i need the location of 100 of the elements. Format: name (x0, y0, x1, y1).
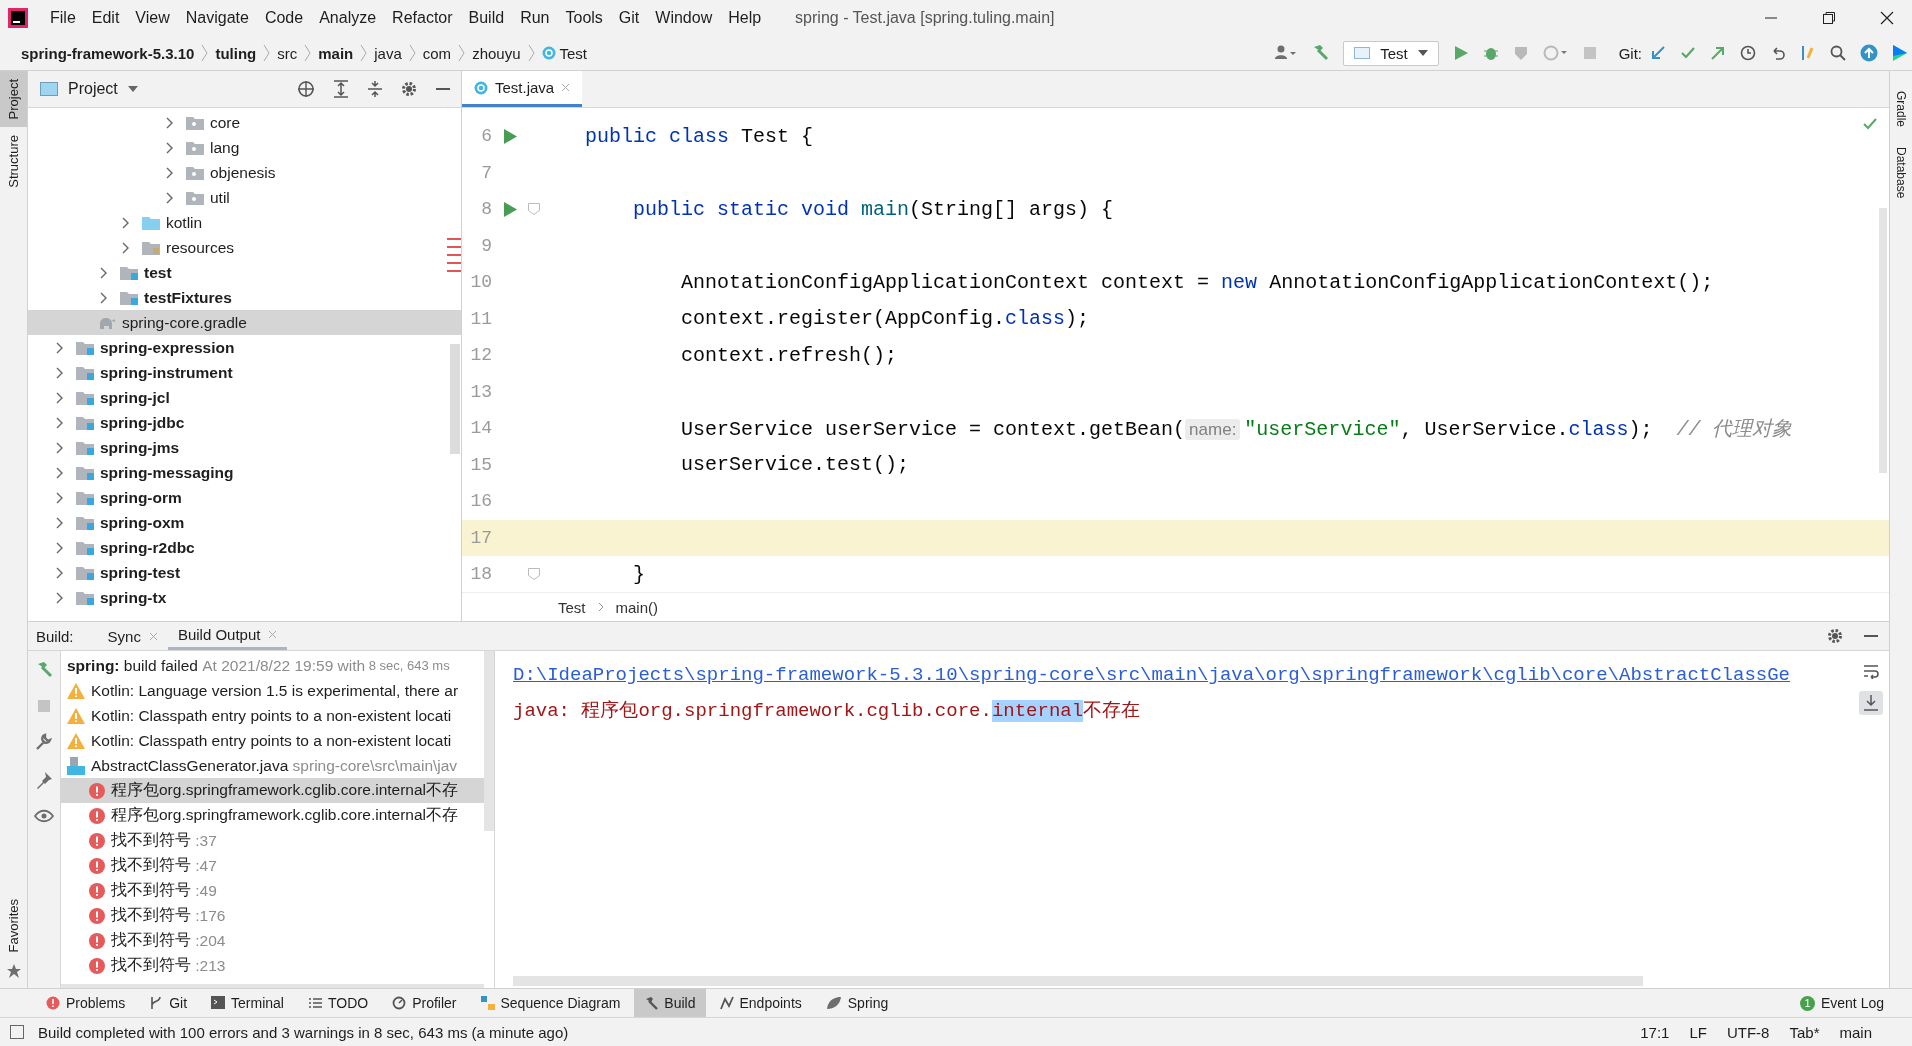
clock-icon[interactable] (1740, 45, 1756, 61)
restore-icon[interactable] (1822, 11, 1836, 25)
tree-item[interactable]: core (28, 110, 461, 135)
close-icon[interactable] (1880, 11, 1894, 25)
build-tree-item[interactable]: 找不到符号 :37 (61, 828, 484, 853)
chevron-icon[interactable] (166, 141, 174, 154)
bug-icon[interactable] (1482, 45, 1499, 61)
menu-item[interactable]: Help (720, 9, 770, 27)
chevron-icon[interactable] (56, 566, 64, 579)
tool-window-button[interactable]: Spring (815, 989, 899, 1017)
menu-item[interactable]: Code (256, 9, 312, 27)
tool-window-button[interactable]: Git (139, 989, 198, 1017)
build-tree-item[interactable]: 找不到符号 :204 (61, 928, 484, 953)
build-tree-item[interactable]: 找不到符号 :49 (61, 878, 484, 903)
menu-item[interactable]: Refactor (384, 9, 461, 27)
menu-item[interactable]: Tools (557, 9, 611, 27)
wrench-icon[interactable] (35, 733, 53, 751)
event-log-button[interactable]: 1 Event Log (1789, 989, 1894, 1017)
crosshair-icon[interactable] (297, 80, 315, 98)
chevron-icon[interactable] (56, 416, 64, 429)
chevron-icon[interactable] (56, 441, 64, 454)
chevron-icon[interactable] (56, 366, 64, 379)
build-tree-item[interactable]: 找不到符号 :213 (61, 953, 484, 978)
build-tree-item[interactable]: 程序包org.springframework.cglib.core.internal不存 (61, 778, 484, 803)
build-tree-item[interactable]: Kotlin: Classpath entry points to a non-existent locati (61, 728, 484, 753)
build-tree-item[interactable]: 找不到符号 :176 (61, 903, 484, 928)
breadcrumb-item[interactable]: zhouyu (465, 44, 528, 62)
run-configuration-dropdown[interactable]: Test (1343, 40, 1439, 66)
user-icon[interactable] (1275, 45, 1298, 61)
tree-item[interactable]: test (28, 260, 461, 285)
menu-item[interactable]: Git (610, 9, 648, 27)
build-tree-item[interactable]: 程序包org.springframework.cglib.core.internal不存 (61, 803, 484, 828)
tool-window-tab[interactable]: Structure (0, 127, 27, 197)
breadcrumb-item[interactable]: src (270, 44, 305, 62)
chevron-icon[interactable] (122, 241, 130, 254)
chevron-icon[interactable] (56, 591, 64, 604)
run-icon[interactable] (503, 201, 517, 217)
run-icon[interactable] (1452, 45, 1469, 61)
tool-window-button[interactable]: Endpoints (709, 989, 812, 1017)
tree-item[interactable]: testFixtures (28, 285, 461, 310)
chevron-icon[interactable] (56, 541, 64, 554)
tool-window-button[interactable]: Build (634, 989, 706, 1017)
tree-item[interactable]: lang (28, 135, 461, 160)
chevron-icon[interactable] (100, 291, 108, 304)
build-tree-item[interactable]: AbstractClassGenerator.java spring-core\src\main\jav (61, 753, 484, 778)
status-item[interactable]: UTF-8 (1726, 1023, 1770, 1041)
tree-item[interactable]: spring-jdbc (28, 410, 461, 435)
tool-window-button[interactable]: TODO (297, 989, 379, 1017)
tree-item[interactable]: spring-test (28, 560, 461, 585)
settings-icon[interactable] (401, 81, 417, 97)
scrollbar[interactable] (1879, 208, 1887, 473)
settings-icon[interactable] (1827, 628, 1843, 644)
chevron-icon[interactable] (56, 516, 64, 529)
tree-item[interactable]: spring-core.gradle (28, 310, 461, 335)
scroll-to-end-icon[interactable] (1859, 691, 1883, 715)
chevron-icon[interactable] (100, 266, 108, 279)
menu-item[interactable]: Run (512, 9, 558, 27)
tool-window-button[interactable]: Problems (36, 989, 136, 1017)
status-item[interactable]: 17:1 (1640, 1023, 1670, 1041)
chevron-icon[interactable] (166, 166, 174, 179)
breadcrumb-item[interactable]: java (367, 44, 409, 62)
scrollbar[interactable] (513, 976, 1643, 986)
file-link[interactable]: D:\IdeaProjects\spring-framework-5.3.10\spring-core\src\main\java\org\springframework\cglib\core\AbstractClassGe (513, 657, 1889, 693)
tool-window-tab[interactable]: Database (1894, 147, 1908, 199)
plugin-icon[interactable] (1892, 44, 1908, 62)
run-icon[interactable] (503, 128, 517, 144)
tree-item[interactable]: spring-oxm (28, 510, 461, 535)
tree-item[interactable]: spring-tx (28, 585, 461, 610)
tree-item[interactable]: spring-expression (28, 335, 461, 360)
status-item[interactable]: main (1839, 1023, 1872, 1041)
editor-tab[interactable]: Test.java (462, 71, 583, 107)
tree-item[interactable]: spring-instrument (28, 360, 461, 385)
build-tree-item[interactable]: spring: build failed At 2021/8/22 19:59 with 8 sec, 643 ms (61, 653, 484, 678)
tree-item[interactable]: spring-orm (28, 485, 461, 510)
breadcrumb-item[interactable]: main() (615, 598, 659, 616)
caret-icon[interactable] (127, 86, 138, 92)
tree-item[interactable]: objenesis (28, 160, 461, 185)
breadcrumb-item[interactable]: Test (558, 598, 586, 616)
arrow-up-right-icon[interactable] (1710, 45, 1726, 61)
chevron-icon[interactable] (166, 191, 174, 204)
pin-icon[interactable] (35, 771, 53, 789)
update-icon[interactable] (1860, 44, 1878, 62)
menu-item[interactable]: Build (460, 9, 513, 27)
build-tree-item[interactable]: Kotlin: Classpath entry points to a non-existent locati (61, 703, 484, 728)
breadcrumb-item[interactable]: Test (534, 44, 594, 62)
tool-window-tab[interactable]: Project (0, 71, 27, 128)
tool-window-button[interactable]: Sequence Diagram (470, 989, 631, 1017)
panel-toggle-icon[interactable] (10, 1025, 24, 1039)
tool-window-tab[interactable]: Gradle (1894, 91, 1908, 128)
eye-icon[interactable] (34, 809, 54, 825)
breadcrumb-item[interactable]: spring-framework-5.3.10 (14, 44, 202, 62)
menu-item[interactable]: Edit (83, 9, 128, 27)
chevron-icon[interactable] (122, 216, 130, 229)
breadcrumb-item[interactable]: main (311, 44, 361, 62)
menu-item[interactable]: Analyze (311, 9, 385, 27)
chevron-icon[interactable] (166, 116, 174, 129)
tool-window-button[interactable]: Profiler (382, 989, 467, 1017)
breadcrumb-item[interactable]: com (415, 44, 459, 62)
merge-icon[interactable] (1800, 44, 1816, 62)
tree-item[interactable]: spring-messaging (28, 460, 461, 485)
